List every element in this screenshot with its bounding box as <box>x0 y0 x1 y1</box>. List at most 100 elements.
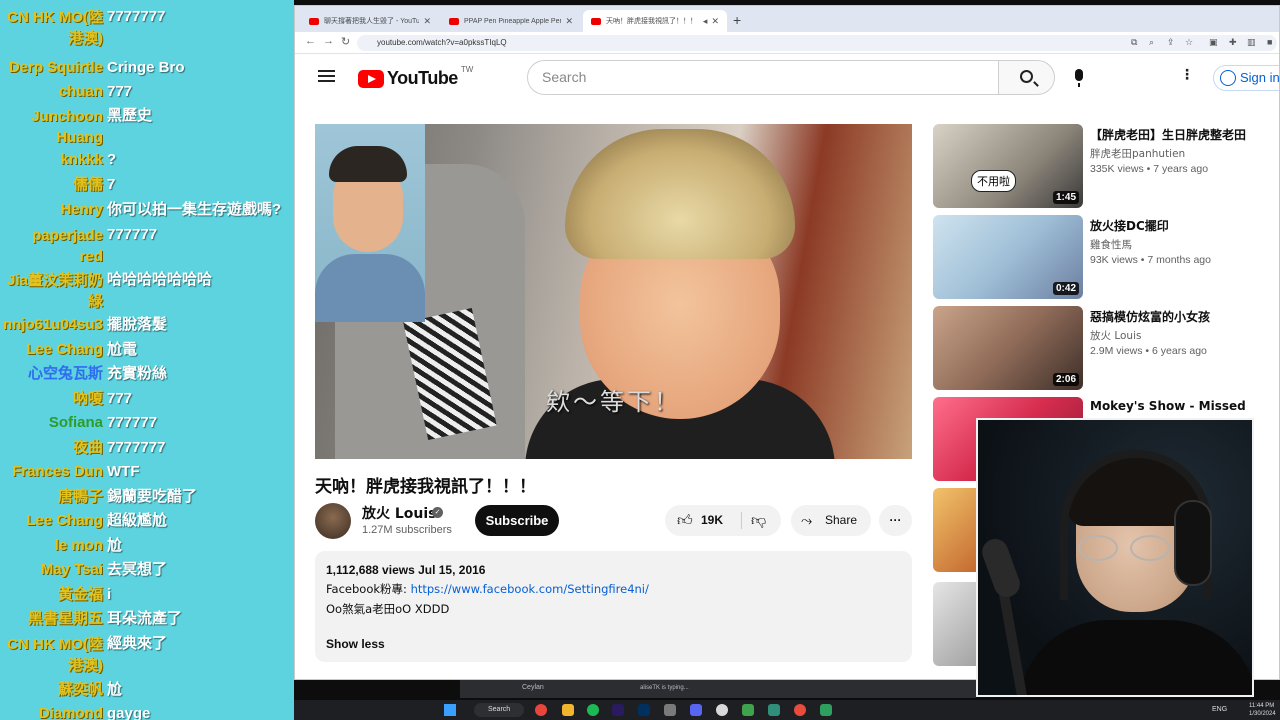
chat-text: 777777 <box>107 226 158 243</box>
menu-icon[interactable] <box>318 70 335 72</box>
subscribe-button[interactable]: Subscribe <box>475 505 559 536</box>
video-title[interactable]: 【胖虎老田】生日胖虎整老田 <box>1090 126 1246 143</box>
back-icon[interactable]: ← <box>305 35 316 47</box>
discord-username: Ceylan <box>522 684 544 691</box>
close-icon[interactable]: ✕ <box>711 16 719 27</box>
forward-icon[interactable]: → <box>323 35 334 47</box>
chat-username: CN HK MO(陸 港澳) <box>7 9 103 47</box>
recommended-video[interactable]: 2:06 惡搞模仿炫富的小女孩 放火 Louis 2.9M views • 6 … <box>933 306 1273 392</box>
channel-name[interactable]: 雞食性馬 <box>1090 237 1132 252</box>
chat-username: Henry <box>60 201 103 218</box>
chat-message: 蘇奕帆尬 <box>0 680 294 704</box>
video-thumbnail[interactable]: 不用啦 1:45 <box>933 124 1083 208</box>
microphone-icon[interactable] <box>1075 69 1083 87</box>
tab-label: PPAP Pen Pineapple Apple Pen <box>464 17 562 25</box>
obs-icon[interactable] <box>716 704 728 716</box>
sign-in-label: Sign in <box>1240 70 1280 85</box>
chrome-icon[interactable] <box>535 704 547 716</box>
recommended-video[interactable]: 0:42 放火接DC擺印 雞食性馬 93K views • 7 months a… <box>933 215 1273 301</box>
chrome-icon[interactable] <box>794 704 806 716</box>
clock[interactable]: 11:44 PM 1/30/2024 <box>1249 702 1276 718</box>
channel-name[interactable]: 放火 Louis <box>362 503 437 523</box>
tab-1[interactable]: 聊天撐著把我人生毀了 - YouTube ✕ <box>301 10 439 32</box>
reload-icon[interactable]: ↻ <box>341 35 350 48</box>
chat-text: 充實粉絲 <box>107 365 168 382</box>
chat-text: 尬 <box>107 537 123 554</box>
language-indicator[interactable]: ENG <box>1212 706 1227 713</box>
chat-username: 夜曲 <box>72 439 103 456</box>
chat-username: 蘇奕帆 <box>57 681 103 698</box>
chat-username: nnjo61u04su3 <box>2 316 103 333</box>
chat-username: 黃金福 <box>57 586 103 603</box>
video-thumbnail[interactable]: 2:06 <box>933 306 1083 390</box>
facebook-link[interactable]: https://www.facebook.com/Settingfire4ni/ <box>411 582 649 596</box>
chat-text: 哈哈哈哈哈哈哈 <box>107 271 213 288</box>
chat-text: 7 <box>107 176 116 193</box>
chat-message: 黃金福 i <box>0 585 294 609</box>
tab-3-active[interactable]: 天吶！胖虎接我視訊了！！！ ◂ ✕ <box>583 10 727 32</box>
close-icon[interactable]: ✕ <box>565 16 573 27</box>
bookmark-star-icon[interactable]: ☆ <box>1185 37 1193 48</box>
subscriber-count: 1.27M subscribers <box>362 524 452 536</box>
video-meta: 2.9M views • 6 years ago <box>1090 345 1207 357</box>
search-input[interactable]: Search <box>527 60 999 95</box>
description-line-1: Facebook粉專: https://www.facebook.com/Set… <box>326 581 901 597</box>
youtube-favicon-icon <box>309 17 319 25</box>
install-icon[interactable]: ⧉ <box>1131 37 1137 48</box>
channel-avatar[interactable] <box>315 503 351 539</box>
video-title[interactable]: 放火接DC擺印 <box>1090 217 1169 234</box>
windows-start-icon[interactable] <box>444 704 456 716</box>
chat-message: 黑書星期五 耳朵流產了 <box>0 609 294 633</box>
video-title[interactable]: Mokey's Show - Missed <box>1090 399 1246 413</box>
app-icon[interactable] <box>820 704 832 716</box>
recommended-video[interactable]: 不用啦 1:45 【胖虎老田】生日胖虎整老田 胖虎老田panhutien 335… <box>933 124 1273 210</box>
chat-username: Derp Squirtle <box>8 59 103 76</box>
close-icon[interactable]: ✕ <box>423 16 431 27</box>
new-tab-icon[interactable]: + <box>733 12 741 28</box>
chat-username: knkkk <box>60 151 103 168</box>
share-button[interactable]: ⤳ Share <box>791 505 871 536</box>
video-duration: 0:42 <box>1052 282 1079 295</box>
taskbar-search[interactable]: Search <box>474 703 524 717</box>
app-icon[interactable] <box>742 704 754 716</box>
puzzle-icon[interactable]: ✚ <box>1229 37 1237 48</box>
tab-2[interactable]: PPAP Pen Pineapple Apple Pen ✕ <box>441 10 581 32</box>
channel-name[interactable]: 放火 Louis <box>1090 328 1141 343</box>
stream-chat: CN HK MO(陸 港澳) 7777777 Derp Squirtle Cringe … <box>0 0 294 720</box>
youtube-logo[interactable]: YouTube TW <box>358 65 474 89</box>
discord-icon[interactable] <box>690 704 702 716</box>
dislike-thumb-icon[interactable]: 👎︎ <box>751 505 766 536</box>
show-less-button[interactable]: Show less <box>326 637 385 651</box>
chat-text: 你可以拍一集生存遊戲嗎? <box>107 201 282 218</box>
chat-username: Junchoon Huang <box>31 108 103 146</box>
video-call-inset <box>315 124 425 322</box>
app-icon[interactable] <box>664 704 676 716</box>
search-button[interactable] <box>998 60 1055 95</box>
profile-icon[interactable]: ■ <box>1267 37 1272 47</box>
app-icon[interactable] <box>768 704 780 716</box>
like-thumb-icon[interactable]: 👍︎ <box>677 505 693 536</box>
url-field[interactable]: youtube.com/watch?v=a0pkssTIqLQ <box>357 35 1277 51</box>
video-title[interactable]: 惡搞模仿炫富的小女孩 <box>1090 308 1210 325</box>
sign-in-button[interactable]: Sign in <box>1213 65 1280 91</box>
chat-text: 錫蘭要吃醋了 <box>107 488 198 505</box>
share-page-icon[interactable]: ⇪ <box>1167 37 1175 48</box>
more-options-icon[interactable]: ⋮ <box>1180 67 1194 81</box>
extension-icon[interactable]: ▣ <box>1209 37 1218 48</box>
audition-icon[interactable] <box>638 704 650 716</box>
sidebar-icon[interactable]: ▥ <box>1247 37 1256 48</box>
speaker-icon[interactable]: ◂ <box>703 16 708 27</box>
region-code: TW <box>460 65 474 74</box>
spotify-icon[interactable] <box>587 704 599 716</box>
description-box[interactable]: 1,112,688 views Jul 15, 2016 Facebook粉專:… <box>315 551 912 662</box>
more-actions-button[interactable]: ··· <box>879 505 912 536</box>
like-dislike-group: 👍︎ 19K 👎︎ <box>665 505 781 536</box>
folder-icon[interactable] <box>562 704 574 716</box>
like-count[interactable]: 19K <box>701 505 723 536</box>
chat-message: CN HK MO(陸 港澳) 7777777 <box>0 7 294 51</box>
video-thumbnail[interactable]: 0:42 <box>933 215 1083 299</box>
zoom-icon[interactable]: ⌕ <box>1149 37 1154 48</box>
video-player[interactable]: 欸～等下！ <box>315 124 912 459</box>
premiere-icon[interactable] <box>612 704 624 716</box>
channel-name[interactable]: 胖虎老田panhutien <box>1090 146 1185 161</box>
